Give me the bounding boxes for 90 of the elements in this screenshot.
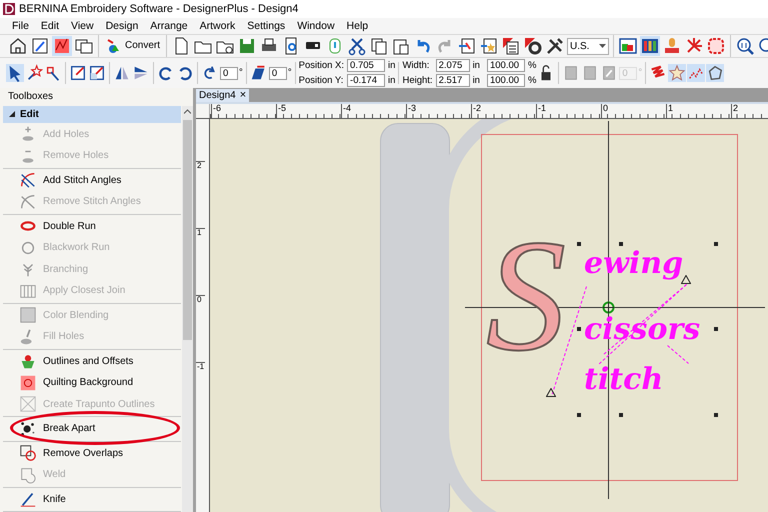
tool-item[interactable]: Add Stitch Angles — [43, 172, 122, 188]
units-dropdown[interactable]: U.S. — [567, 38, 610, 54]
knife-icon — [19, 490, 37, 508]
selection-handle[interactable] — [714, 327, 718, 331]
unit-label: in — [472, 60, 480, 70]
selection-handle[interactable] — [577, 327, 581, 331]
size-label: Width: — [402, 60, 430, 70]
selection-handle[interactable] — [577, 242, 581, 246]
scissors-icon[interactable] — [347, 36, 368, 56]
menu-item[interactable]: Help — [346, 20, 368, 32]
scroll-up-icon[interactable] — [184, 109, 191, 114]
stitch-view-icon[interactable] — [52, 36, 72, 56]
tool-item[interactable]: Double Run — [43, 218, 96, 234]
weld-shapes-icon — [19, 466, 37, 484]
selection-handle[interactable] — [619, 242, 623, 246]
resize-icon[interactable] — [69, 64, 87, 82]
percent-label: % — [528, 60, 536, 70]
import-icon[interactable] — [457, 36, 478, 56]
menu-item[interactable]: Arrange — [150, 20, 188, 32]
collapse-triangle-icon — [9, 111, 15, 118]
skew-angle-field[interactable]: 0 — [268, 66, 287, 80]
menu-item[interactable]: View — [71, 20, 94, 32]
selection-handle[interactable] — [714, 413, 718, 417]
panel-title: Toolboxes — [8, 92, 54, 102]
vertical-ruler: 2 1 0 -1 — [196, 119, 210, 512]
triangle-marker-icon — [681, 275, 691, 284]
size-field[interactable]: 2.075 — [436, 59, 470, 72]
size-field[interactable]: 2.517 — [436, 74, 470, 87]
reshape-icon[interactable] — [44, 64, 62, 82]
unit-label: in — [388, 76, 396, 86]
position-label: Position Y: — [298, 76, 344, 86]
menu-item[interactable]: File — [12, 20, 29, 32]
window-title: BERNINA Embroidery Software - DesignerPlus - Design4 — [19, 4, 298, 14]
convert-button[interactable]: Convert — [103, 36, 162, 56]
menu-item[interactable]: Design — [106, 20, 138, 32]
stitch-angle-remove-icon — [19, 192, 37, 211]
resize-box-icon[interactable] — [88, 64, 106, 82]
color-film-icon[interactable] — [640, 36, 660, 56]
center-marker-icon[interactable] — [602, 301, 615, 314]
position-field[interactable]: 0.705 — [347, 59, 386, 72]
tool-item[interactable]: Outlines and Offsets — [43, 354, 134, 369]
document-tab[interactable]: Design4 × — [196, 89, 250, 102]
tool-item[interactable]: Break Apart — [43, 421, 96, 436]
dropdown-caret-icon — [599, 44, 606, 48]
stitch-dots-icon[interactable] — [687, 64, 706, 82]
degree-unit: ° — [239, 68, 243, 78]
unit-label: in — [388, 60, 396, 70]
tool-item[interactable]: Knife — [43, 492, 66, 507]
unit-label: in — [472, 76, 480, 86]
trapunto-pattern-icon — [19, 395, 37, 414]
magic-wand-icon[interactable] — [25, 64, 43, 82]
insert-icon[interactable] — [479, 36, 500, 56]
star-stitch-icon[interactable] — [668, 64, 686, 82]
selection-handle[interactable] — [619, 413, 623, 417]
stitch-angle-icon — [19, 171, 37, 190]
app-logo-icon — [3, 3, 15, 15]
copy-icon[interactable] — [369, 36, 390, 56]
tool-item[interactable]: Quilting Background — [43, 375, 134, 390]
picture-window-icon[interactable] — [618, 36, 638, 56]
scale-field[interactable]: 100.00 — [486, 74, 525, 87]
section-header[interactable]: Edit — [3, 106, 181, 122]
menu-item[interactable]: Edit — [40, 20, 60, 32]
gear-icon[interactable] — [523, 36, 544, 56]
tool-item[interactable]: Remove Overlaps — [43, 446, 124, 461]
tools-icon[interactable] — [545, 36, 566, 56]
quilt-pattern-icon — [19, 374, 37, 392]
frame-icon[interactable] — [706, 36, 726, 56]
position-field[interactable]: -0.174 — [347, 74, 386, 87]
position-label: Position X: — [298, 60, 344, 70]
degree-unit: ° — [638, 68, 642, 78]
scale-field[interactable]: 100.00 — [486, 59, 525, 72]
zoom-one-to-one-icon[interactable] — [735, 36, 756, 56]
pencil-page-icon[interactable] — [30, 36, 50, 56]
rotate-angle-field[interactable]: 0 — [220, 66, 238, 80]
menu-item[interactable]: Window — [297, 20, 335, 32]
menu-item[interactable]: Artwork — [200, 20, 236, 32]
selection-handle[interactable] — [577, 413, 581, 417]
gradient-square-icon — [19, 306, 37, 324]
overlap-shapes-icon — [19, 444, 37, 462]
home-icon[interactable] — [8, 36, 28, 56]
scrollbar[interactable] — [182, 106, 193, 512]
flower-pot-icon — [19, 352, 37, 370]
percent-label: % — [528, 76, 536, 86]
size-label: Height: — [402, 76, 433, 86]
document-properties-icon[interactable] — [501, 36, 522, 56]
polygon-outline-icon[interactable] — [706, 64, 724, 82]
selection-handle[interactable] — [714, 242, 718, 246]
degree-unit: ° — [288, 68, 292, 78]
triangle-marker-icon — [546, 388, 556, 397]
menu-item[interactable]: Settings — [247, 20, 286, 32]
